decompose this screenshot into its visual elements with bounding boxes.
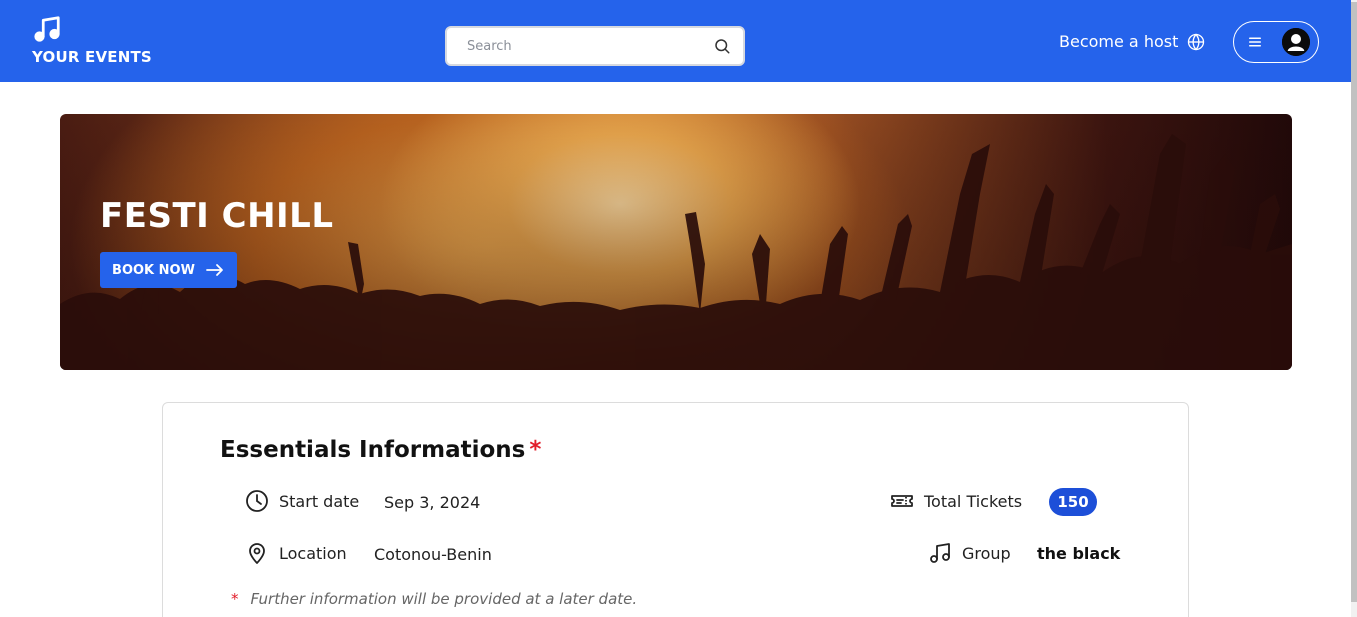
scrollbar-thumb[interactable] xyxy=(1351,2,1357,602)
required-mark: * xyxy=(529,437,542,463)
become-host-link[interactable]: Become a host xyxy=(1059,32,1178,51)
user-menu-button[interactable] xyxy=(1233,21,1319,63)
globe-icon[interactable] xyxy=(1187,33,1205,51)
total-tickets-label: Total Tickets xyxy=(924,491,1023,511)
group-value: the black xyxy=(1037,544,1121,563)
music-note-icon xyxy=(34,16,60,42)
ticket-icon xyxy=(891,495,913,507)
brand-name: YOUR EVENTS xyxy=(32,48,152,66)
essentials-card: Essentials Informations * Start date Sep … xyxy=(162,402,1189,617)
menu-icon xyxy=(1249,37,1261,47)
location-label: Location xyxy=(279,543,347,563)
start-date-value: Sep 3, 2024 xyxy=(384,493,481,512)
group-label: Group xyxy=(962,543,1011,563)
essentials-title: Essentials Informations * xyxy=(220,437,541,463)
note-mark: * xyxy=(231,590,239,608)
map-pin-icon xyxy=(249,543,265,564)
music-icon xyxy=(930,543,950,563)
event-title: FESTI CHILL xyxy=(100,196,334,236)
page-scrollbar[interactable] xyxy=(1351,0,1357,617)
group-row: Group xyxy=(928,541,1011,565)
total-tickets-row: Total Tickets xyxy=(890,489,1022,513)
location-value: Cotonou-Benin xyxy=(374,545,492,564)
start-date-label: Start date xyxy=(279,491,360,511)
start-date-row: Start date xyxy=(245,489,359,513)
search-bar xyxy=(445,26,745,66)
essentials-title-text: Essentials Informations xyxy=(220,437,526,463)
info-note: * Further information will be provided a… xyxy=(231,590,637,608)
clock-icon xyxy=(246,490,268,512)
search-input[interactable] xyxy=(467,38,713,54)
user-avatar-icon xyxy=(1282,28,1310,56)
arrow-right-icon xyxy=(206,264,223,276)
crowd-silhouette-image xyxy=(60,114,1292,370)
brand-logo[interactable]: YOUR EVENTS xyxy=(32,14,152,66)
top-navbar: YOUR EVENTS Become a host xyxy=(0,0,1357,82)
hero-banner: FESTI CHILL BOOK NOW xyxy=(60,114,1292,370)
total-tickets-badge: 150 xyxy=(1049,488,1097,516)
note-text: Further information will be provided at … xyxy=(250,590,638,608)
book-now-label: BOOK NOW xyxy=(112,262,195,278)
location-row: Location xyxy=(245,541,347,565)
search-icon[interactable] xyxy=(713,37,731,55)
book-now-button[interactable]: BOOK NOW xyxy=(100,252,237,288)
